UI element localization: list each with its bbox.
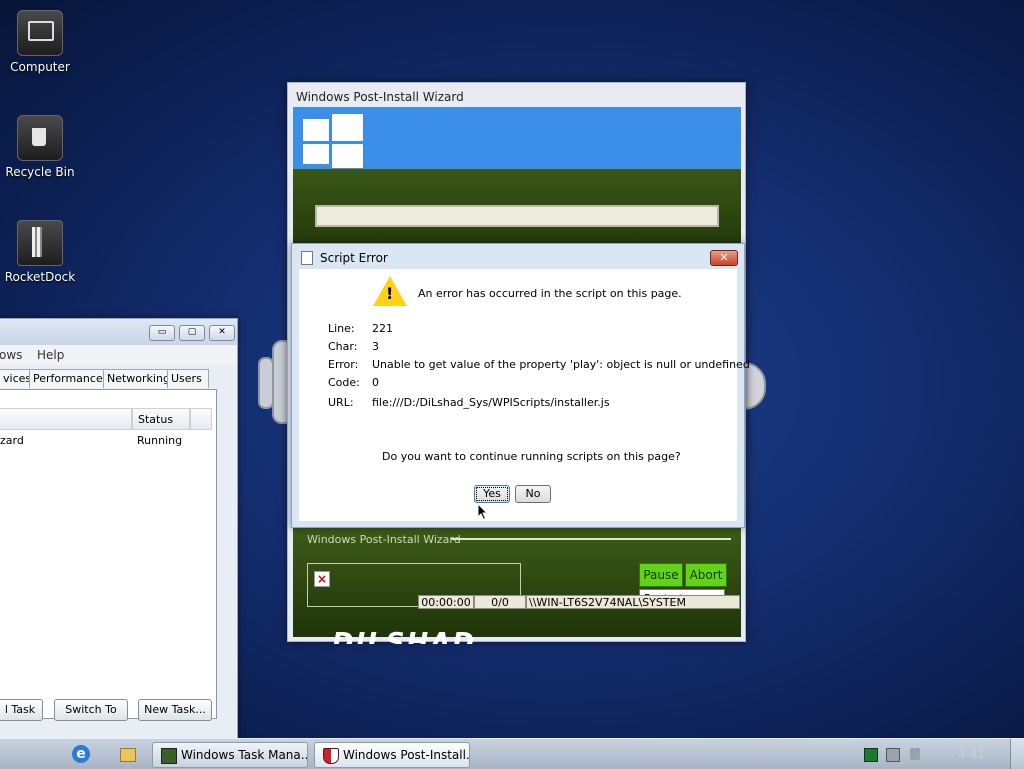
field-value-error: Unable to get value of the property 'pla… (372, 358, 750, 371)
wpi-control-panel: Windows Post-Install Wizard × DILSHAD SY… (293, 527, 741, 644)
caption-divider (451, 538, 731, 540)
rocketdock-icon (17, 220, 63, 266)
column-header-status[interactable]: Status (132, 408, 190, 430)
applications-list[interactable]: Status zard Running (0, 389, 217, 719)
task-manager-window[interactable]: ▭ ▢ ✕ ows Help vices Performance Network… (0, 318, 238, 740)
error-message: An error has occurred in the script on t… (418, 287, 682, 300)
task-name: zard (0, 434, 24, 447)
field-label-error: Error: (328, 358, 359, 371)
install-progress-bar (315, 205, 719, 227)
task-manager-titlebar[interactable]: ▭ ▢ ✕ (0, 319, 237, 345)
tray-volume-muted-icon[interactable] (910, 748, 920, 760)
desktop-icon-label: Computer (10, 60, 70, 74)
taskbar-item-label: Windows Post-Install... (343, 748, 470, 762)
wpi-window-title: Windows Post-Install Wizard (296, 90, 464, 104)
dialog-body: ! An error has occurred in the script on… (299, 269, 750, 521)
minimize-button[interactable]: ▭ (149, 325, 175, 341)
switch-to-button[interactable]: Switch To (54, 699, 128, 721)
status-user: \\WIN-LT6S2V74NAL\SYSTEM (526, 595, 740, 609)
desktop-icon-recycle-bin[interactable]: Recycle Bin (0, 115, 80, 179)
task-manager-menubar: ows Help (0, 345, 237, 365)
taskbar: e Windows Task Mana... Windows Post-Inst… (0, 738, 1024, 769)
close-button[interactable]: ✕ (209, 325, 235, 341)
dilshad-logo: DILSHAD SYS (332, 628, 477, 644)
field-label-code: Code: (328, 376, 360, 389)
taskbar-clock[interactable]: 4:41 (958, 747, 985, 761)
column-header-task[interactable] (0, 408, 132, 430)
recycle-bin-icon (17, 115, 63, 161)
tab-performance[interactable]: Performance (29, 369, 107, 388)
wpi-banner (293, 107, 741, 169)
shield-icon (323, 748, 339, 764)
menu-windows[interactable]: ows (0, 348, 22, 362)
dialog-title: Script Error (320, 251, 388, 265)
status-elapsed-time: 00:00:00 (418, 595, 474, 609)
continue-question: Do you want to continue running scripts … (382, 450, 681, 463)
script-error-dialog[interactable]: Script Error ✕ ! An error has occurred i… (291, 243, 750, 528)
taskbar-item-label: Windows Task Mana... (181, 748, 308, 762)
tab-networking[interactable]: Networking (103, 369, 171, 388)
menu-help[interactable]: Help (37, 348, 64, 362)
task-status: Running (137, 434, 183, 447)
show-desktop-button[interactable] (1010, 739, 1024, 769)
close-button[interactable]: ✕ (710, 250, 738, 266)
desktop-icon-rocketdock[interactable]: RocketDock (0, 220, 80, 284)
document-icon (301, 251, 313, 265)
status-count: 0/0 (474, 595, 526, 609)
wpi-caption: Windows Post-Install Wizard (307, 533, 461, 546)
computer-icon (17, 10, 63, 56)
new-task-button[interactable]: New Task... (138, 699, 212, 721)
internet-explorer-icon[interactable]: e (72, 745, 90, 763)
end-task-button[interactable]: l Task (0, 699, 43, 721)
field-value-char: 3 (372, 340, 379, 353)
yes-button[interactable]: Yes (474, 485, 510, 503)
abort-button[interactable]: Abort (685, 563, 727, 587)
taskbar-item-task-manager[interactable]: Windows Task Mana... (152, 742, 308, 768)
warning-icon-mark: ! (386, 284, 394, 303)
tray-action-center-icon[interactable] (864, 748, 878, 762)
mouse-cursor-icon (477, 503, 489, 521)
task-manager-icon (161, 748, 177, 764)
tray-network-icon[interactable] (886, 748, 900, 762)
taskbar-item-wpi[interactable]: Windows Post-Install... (314, 742, 470, 768)
field-value-url: file:///D:/DiLshad_Sys/WPIScripts/instal… (372, 396, 610, 409)
field-label-url: URL: (328, 396, 354, 409)
broken-image-icon: × (314, 571, 330, 587)
no-button[interactable]: No (515, 485, 551, 503)
desktop-icon-label: Recycle Bin (5, 165, 75, 179)
field-label-line: Line: (328, 322, 355, 335)
field-value-code: 0 (372, 376, 379, 389)
tab-users[interactable]: Users (167, 369, 209, 388)
folder-icon[interactable] (120, 748, 136, 762)
column-header-extra (190, 408, 212, 430)
pause-button[interactable]: Pause (639, 563, 683, 587)
maximize-button[interactable]: ▢ (179, 325, 205, 341)
tab-services[interactable]: vices (0, 369, 31, 388)
desktop-icon-computer[interactable]: Computer (0, 10, 80, 74)
field-label-char: Char: (328, 340, 358, 353)
windows-logo-icon (303, 111, 363, 168)
desktop-icon-label: RocketDock (4, 270, 76, 284)
field-value-line: 221 (372, 322, 393, 335)
